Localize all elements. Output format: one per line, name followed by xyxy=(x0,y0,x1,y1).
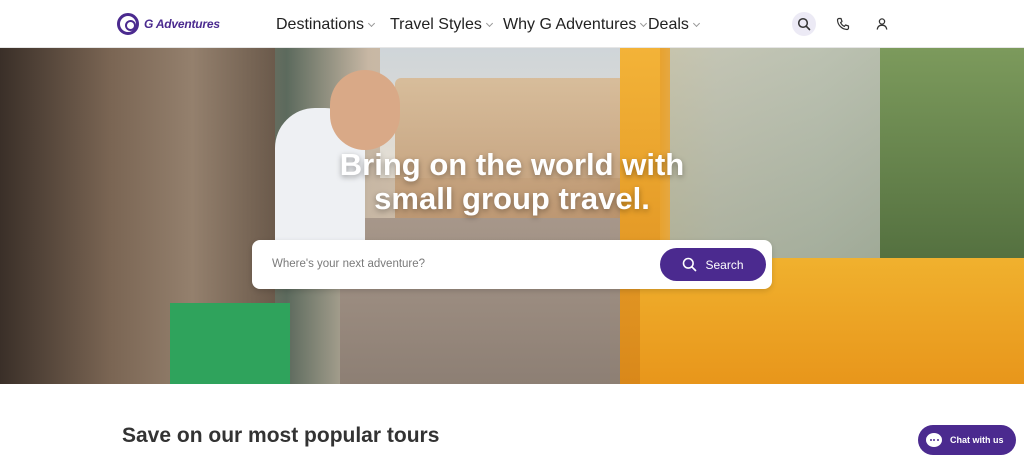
chevron-down-icon xyxy=(692,19,700,28)
destination-search-input[interactable] xyxy=(272,254,642,274)
chat-bubble-icon xyxy=(926,433,942,447)
hero-banner: Bring on the world with small group trav… xyxy=(0,48,1024,384)
nav-item-destinations[interactable]: Destinations xyxy=(276,16,376,34)
chevron-down-icon xyxy=(368,19,376,28)
logo-mark-icon xyxy=(117,13,139,35)
search-button-label: Search xyxy=(705,257,744,272)
nav-label: Destinations xyxy=(276,16,365,33)
chat-label: Chat with us xyxy=(950,435,1004,445)
search-icon xyxy=(683,257,697,272)
header-phone-button[interactable] xyxy=(831,12,855,36)
chevron-down-icon xyxy=(485,19,493,28)
hero-traveler-head xyxy=(330,70,400,150)
hero-headline: Bring on the world with small group trav… xyxy=(0,148,1024,216)
logo-text: G Adventures xyxy=(144,17,220,31)
header-account-button[interactable] xyxy=(870,12,894,36)
nav-label: Travel Styles xyxy=(390,16,482,33)
phone-icon xyxy=(836,17,850,31)
headline-line-1: Bring on the world with xyxy=(339,147,685,182)
hero-rickshaw-green xyxy=(170,303,290,384)
headline-line-2: small group travel. xyxy=(374,181,650,216)
user-icon xyxy=(876,18,888,30)
hero-search-bar: Search xyxy=(252,240,772,289)
nav-label: Deals xyxy=(648,16,689,33)
search-icon xyxy=(797,17,811,31)
site-header: G Adventures Destinations Travel Styles … xyxy=(0,0,1024,48)
search-button[interactable]: Search xyxy=(660,248,766,281)
chat-button[interactable]: Chat with us xyxy=(918,425,1016,455)
brand-logo[interactable]: G Adventures xyxy=(117,12,220,36)
header-search-button[interactable] xyxy=(792,12,816,36)
nav-item-why-g-adventures[interactable]: Why G Adventures xyxy=(503,16,648,34)
nav-item-travel-styles[interactable]: Travel Styles xyxy=(390,16,493,34)
section-title: Save on our most popular tours xyxy=(122,424,440,447)
chevron-down-icon xyxy=(640,19,648,28)
nav-item-deals[interactable]: Deals xyxy=(648,16,700,34)
nav-label: Why G Adventures xyxy=(503,16,637,33)
